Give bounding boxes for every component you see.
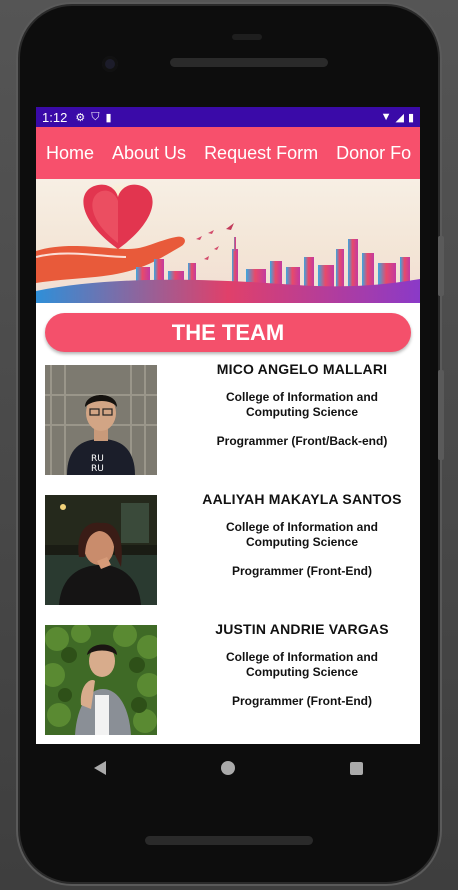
svg-text:RU: RU [91, 454, 104, 464]
home-button[interactable] [220, 761, 235, 775]
earpiece-sensor [232, 34, 262, 40]
member-photo-image: RU RU [45, 365, 157, 475]
sd-card-icon: ▮ [105, 111, 112, 124]
team-member-card: JUSTIN ANDRIE VARGAS College of Informat… [36, 621, 420, 744]
settings-icon: ⚙ [75, 111, 86, 124]
member-role: Programmer (Front-End) [231, 564, 372, 578]
bottom-speaker [145, 836, 313, 845]
member-info: MICO ANGELO MALLARI College of Informati… [186, 361, 418, 448]
shield-icon: ⛉ [91, 110, 100, 123]
top-nav: Home About Us Request Form Donor Fo [36, 127, 420, 179]
status-time: 1:12 [42, 109, 68, 125]
team-member-card: AALIYAH MAKAYLA SANTOS College of Inform… [36, 491, 420, 621]
wifi-icon: ▼ [380, 111, 392, 123]
hero-illustration [36, 182, 420, 303]
team-member-card: RU RU MICO ANGELO MALLARI College of Inf… [36, 361, 420, 491]
member-name: AALIYAH MAKAYLA SANTOS [202, 491, 402, 507]
member-name: MICO ANGELO MALLARI [216, 361, 388, 377]
member-college: College of Information and Computing Sci… [186, 520, 418, 550]
status-bar: 1:12 ⚙ ⛉ ▮ ▼ ◢ ▮ [36, 107, 420, 127]
member-photo: RU RU [45, 365, 157, 475]
member-college: College of Information and Computing Sci… [186, 650, 418, 680]
signal-icon: ◢ [395, 111, 404, 124]
battery-icon: ▮ [407, 111, 414, 124]
member-info: AALIYAH MAKAYLA SANTOS College of Inform… [186, 491, 418, 578]
recents-button[interactable] [349, 761, 363, 775]
back-button[interactable] [93, 761, 106, 775]
member-name: JUSTIN ANDRIE VARGAS [215, 621, 389, 637]
member-photo [45, 495, 157, 605]
top-speaker [170, 58, 328, 67]
member-info: JUSTIN ANDRIE VARGAS College of Informat… [186, 621, 418, 708]
svg-text:RU: RU [91, 464, 104, 474]
power-button[interactable] [438, 236, 444, 296]
front-camera [102, 56, 118, 72]
hero-banner [36, 179, 420, 303]
member-college-line2: Computing Science [245, 665, 358, 679]
system-nav-bar [36, 750, 420, 786]
member-college-line2: Computing Science [245, 535, 358, 549]
member-college-line1: College of Information and [226, 390, 378, 404]
nav-about-us[interactable]: About Us [112, 143, 186, 164]
volume-button[interactable] [438, 370, 444, 460]
member-photo-image [45, 625, 157, 735]
member-college-line1: College of Information and [226, 650, 378, 664]
app-screen: 1:12 ⚙ ⛉ ▮ ▼ ◢ ▮ Home About Us Request F… [36, 107, 420, 744]
nav-request-form[interactable]: Request Form [204, 143, 318, 164]
member-role: Programmer (Front/Back-end) [216, 434, 388, 448]
member-college-line1: College of Information and [226, 520, 378, 534]
member-role: Programmer (Front-End) [231, 694, 372, 708]
nav-home[interactable]: Home [46, 143, 94, 164]
member-photo-image [45, 495, 157, 605]
member-photo [45, 625, 157, 735]
member-college: College of Information and Computing Sci… [186, 390, 418, 420]
nav-donor-form[interactable]: Donor Fo [336, 143, 411, 164]
member-college-line2: Computing Science [245, 405, 358, 419]
team-header-button[interactable]: THE TEAM [45, 313, 411, 352]
